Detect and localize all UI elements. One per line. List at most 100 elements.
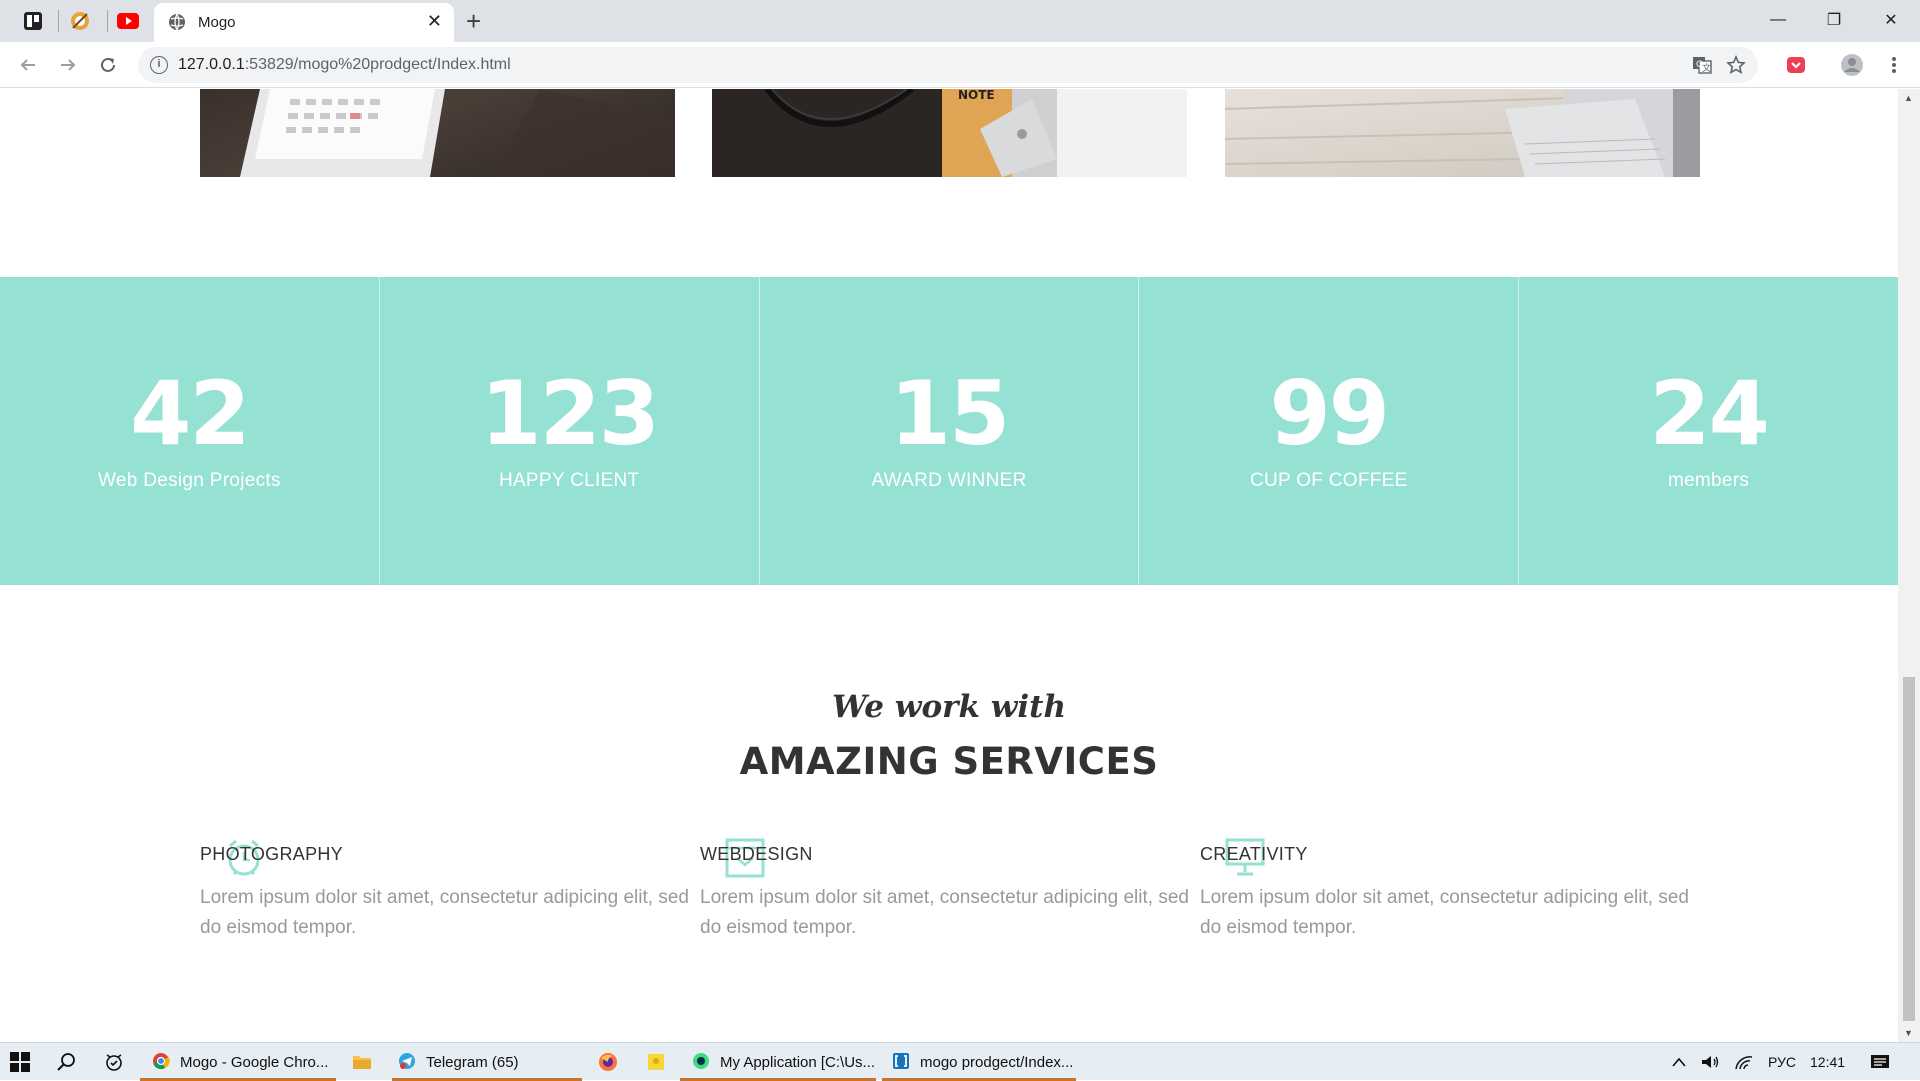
stat-label: Web Design Projects [98, 470, 281, 491]
globe-icon [169, 13, 185, 31]
portfolio-image-tablet[interactable] [200, 89, 675, 177]
taskbar-item-telegram[interactable]: Telegram (65) [392, 1043, 582, 1081]
service-item-creativity: CREATIVITY Lorem ipsum dolor sit amet, c… [1200, 838, 1690, 943]
stat-number: 123 [480, 362, 660, 465]
chrome-icon [153, 1053, 170, 1070]
stat-number: 99 [1269, 362, 1390, 465]
forward-button[interactable] [54, 51, 82, 79]
stat-item: 15 AWARD WINNER [760, 277, 1140, 585]
service-title: WEBDESIGN [700, 844, 813, 864]
profile-avatar-icon[interactable] [1838, 51, 1866, 79]
search-icon [57, 1053, 75, 1071]
svg-text:NOTE: NOTE [958, 89, 995, 102]
scroll-up-icon[interactable]: ▲ [1904, 93, 1913, 103]
stat-number: 42 [130, 362, 250, 465]
volume-icon[interactable] [1700, 1043, 1722, 1081]
browser-tab-bar: Mogo ✕ + — ❐ ✕ [0, 0, 1920, 42]
taskbar-item-chrome[interactable]: Mogo - Google Chro... [140, 1043, 336, 1081]
browser-toolbar: i 127.0.0.1:53829/mogo%20prodgect/Index.… [0, 42, 1920, 88]
task-view-icon [106, 1054, 122, 1071]
service-title: CREATIVITY [1200, 844, 1308, 864]
brackets-icon [893, 1053, 909, 1069]
taskbar-item-explorer[interactable] [352, 1043, 376, 1081]
telegram-icon [399, 1053, 415, 1069]
taskbar-item-notes[interactable] [646, 1043, 670, 1081]
services-subtitle: We work with [831, 689, 1067, 725]
pinned-tab-youtube[interactable] [111, 8, 145, 34]
taskbar-item-firefox[interactable] [598, 1043, 622, 1081]
taskbar-item-label: Telegram (65) [426, 1053, 519, 1071]
reload-icon [101, 57, 115, 72]
address-bar[interactable]: i 127.0.0.1:53829/mogo%20prodgect/Index.… [138, 47, 1758, 83]
scroll-down-icon[interactable]: ▼ [1904, 1028, 1913, 1038]
youtube-icon [117, 13, 139, 29]
maximize-button[interactable]: ❐ [1811, 4, 1857, 36]
tab-title: Mogo [198, 14, 236, 31]
site-info-icon[interactable]: i [150, 56, 168, 74]
svg-text:文: 文 [1702, 62, 1711, 74]
search-button[interactable] [56, 1043, 80, 1081]
tab-separator [107, 10, 108, 32]
arrow-left-icon [20, 59, 35, 71]
stat-number: 15 [889, 362, 1010, 465]
service-description: Lorem ipsum dolor sit amet, consectetur … [1200, 887, 1689, 938]
windows-logo-icon [10, 1052, 30, 1072]
cortana-button[interactable] [104, 1043, 128, 1081]
firefox-icon [599, 1053, 617, 1071]
stat-item: 99 CUP OF COFFEE [1139, 277, 1520, 585]
service-item-photography: PHOTOGRAPHY Lorem ipsum dolor sit amet, … [200, 839, 690, 943]
stat-label: members [1667, 470, 1750, 491]
taskbar-item-label: Mogo - Google Chro... [180, 1053, 329, 1071]
minimize-button[interactable]: — [1755, 4, 1801, 36]
taskbar-item-brackets[interactable]: mogo prodgect/Index... [882, 1043, 1076, 1081]
android-studio-icon [693, 1053, 709, 1069]
wifi-icon[interactable] [1734, 1043, 1756, 1081]
clock[interactable]: 12:41 [1810, 1043, 1845, 1081]
tray-overflow-icon[interactable] [1672, 1043, 1692, 1081]
services-title: AMAZING SERVICES [739, 740, 1159, 783]
url-text[interactable]: 127.0.0.1:53829/mogo%20prodgect/Index.ht… [178, 56, 511, 74]
arrow-right-icon [61, 59, 76, 71]
back-button[interactable] [14, 51, 42, 79]
taskbar-item-label: My Application [C:\Us... [720, 1053, 876, 1071]
notifications-icon[interactable] [1870, 1043, 1894, 1081]
stat-item: 123 HAPPY CLIENT [380, 277, 760, 585]
browser-menu-icon[interactable] [1880, 51, 1908, 79]
language-indicator[interactable]: РУС [1768, 1043, 1796, 1081]
windows-taskbar: Mogo - Google Chro... Telegram (65) My A… [0, 1042, 1920, 1081]
stat-item: 42 Web Design Projects [0, 277, 380, 585]
bookmark-star-icon[interactable] [1725, 54, 1747, 76]
service-description: Lorem ipsum dolor sit amet, consectetur … [200, 887, 689, 938]
portfolio-image-desk[interactable]: NOTE [712, 89, 1187, 177]
app-icon [71, 12, 89, 30]
sticky-notes-icon [648, 1054, 664, 1070]
stat-label: HAPPY CLIENT [498, 470, 640, 491]
pinned-tab-app[interactable] [63, 8, 97, 34]
pinned-tab-trello[interactable] [16, 8, 50, 34]
portfolio-image-laptop[interactable] [1225, 89, 1700, 177]
service-item-webdesign: WEBDESIGN Lorem ipsum dolor sit amet, co… [700, 838, 1190, 943]
service-title: PHOTOGRAPHY [200, 844, 343, 864]
pocket-extension-icon[interactable] [1782, 51, 1810, 79]
service-description: Lorem ipsum dolor sit amet, consectetur … [700, 887, 1189, 938]
close-window-button[interactable]: ✕ [1868, 4, 1914, 36]
taskbar-item-label: mogo prodgect/Index... [920, 1053, 1074, 1071]
translate-icon[interactable]: G文 [1691, 54, 1713, 76]
folder-icon [353, 1056, 371, 1069]
tab-close-button[interactable]: ✕ [427, 11, 442, 32]
tab-separator [58, 10, 59, 32]
page-viewport: NOTE 42 Web Design Projects 123 HAPPY CL… [0, 89, 1898, 1042]
new-tab-button[interactable]: + [466, 6, 481, 37]
stat-item: 24 members [1519, 277, 1898, 585]
trello-icon [24, 12, 42, 30]
page-scrollbar[interactable]: ▲ ▼ [1898, 89, 1920, 1042]
stat-number: 24 [1649, 362, 1769, 465]
taskbar-item-android-studio[interactable]: My Application [C:\Us... [680, 1043, 876, 1081]
stat-label: CUP OF COFFEE [1249, 470, 1408, 491]
stat-label: AWARD WINNER [871, 470, 1027, 491]
reload-button[interactable] [94, 51, 122, 79]
tab-mogo[interactable]: Mogo ✕ [154, 3, 454, 42]
stats-band: 42 Web Design Projects 123 HAPPY CLIENT … [0, 277, 1898, 585]
scroll-thumb[interactable] [1903, 677, 1915, 1021]
start-button[interactable] [10, 1043, 34, 1081]
